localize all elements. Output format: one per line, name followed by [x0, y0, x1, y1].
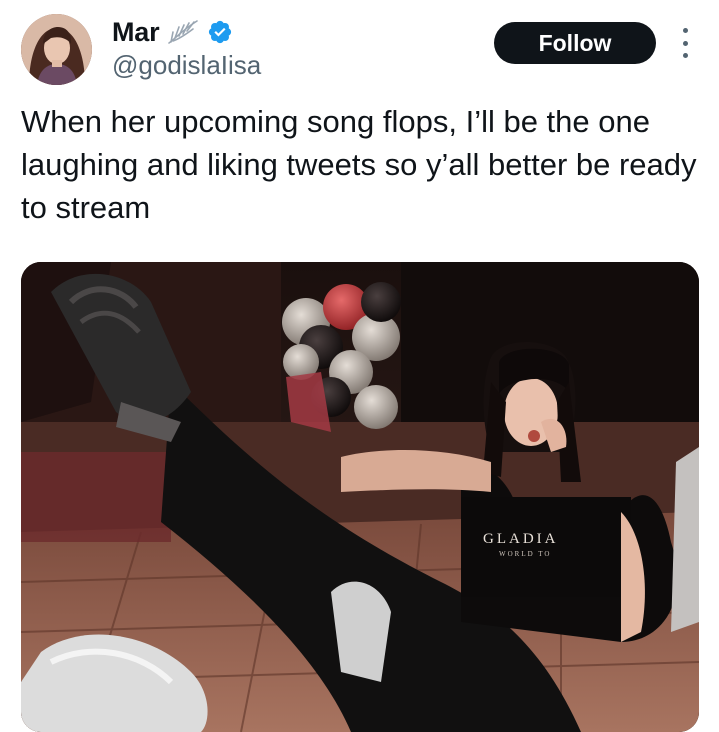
- more-vertical-icon[interactable]: [676, 28, 694, 58]
- author-name-row: Mar: [112, 14, 233, 50]
- avatar-image: [21, 14, 92, 85]
- author-handle[interactable]: @godislaIisa: [112, 50, 261, 81]
- shirt-subtext: WORLD TO: [499, 550, 552, 558]
- tweet-media-photo[interactable]: GLADIA WORLD TO: [21, 262, 699, 732]
- follow-button[interactable]: Follow: [494, 22, 656, 64]
- wing-icon: [165, 17, 201, 47]
- verified-badge-icon: [207, 19, 233, 45]
- author-display-name[interactable]: Mar: [112, 17, 160, 48]
- author-avatar[interactable]: [21, 14, 92, 85]
- shirt-text: GLADIA: [483, 531, 559, 547]
- tweet-text: When her upcoming song flops, I’ll be th…: [21, 104, 697, 225]
- photo-scene: GLADIA WORLD TO: [21, 262, 699, 732]
